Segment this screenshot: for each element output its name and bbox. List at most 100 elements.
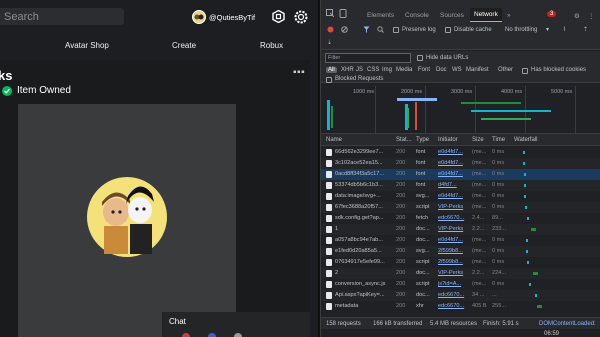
request-row[interactable]: 1 200 doc... VIP-Perks 2.2... 233... bbox=[321, 224, 600, 235]
nav-create[interactable]: Create bbox=[172, 41, 196, 50]
request-row[interactable]: sdk.config.get?ap... 200 fetch edc6670... 2.… bbox=[321, 213, 600, 224]
request-row[interactable]: 0acd8ff34f3a5c17... 200 font e0d4fd7... (me.… bbox=[321, 169, 600, 180]
column-type[interactable]: Type bbox=[416, 137, 429, 143]
column-size[interactable]: Size bbox=[472, 137, 484, 143]
request-initiator[interactable]: VIP-Perks bbox=[438, 270, 470, 276]
type-filter-font[interactable]: Font bbox=[418, 67, 430, 73]
avatar[interactable] bbox=[192, 10, 206, 24]
tab-network[interactable]: Network bbox=[470, 8, 502, 23]
request-row[interactable]: 07634917e5efe99... 200 script 2f599b8... (me… bbox=[321, 257, 600, 268]
inspect-icon[interactable] bbox=[326, 9, 334, 17]
more-tabs-icon[interactable]: » bbox=[507, 12, 511, 19]
page-scrollbar[interactable] bbox=[310, 30, 318, 337]
request-type: font bbox=[416, 171, 426, 177]
request-type: doc... bbox=[416, 237, 430, 243]
type-filter-ws[interactable]: WS bbox=[452, 67, 462, 73]
request-time: 0 ms bbox=[492, 259, 505, 265]
request-initiator[interactable]: e0d4fd7... bbox=[438, 237, 470, 243]
request-row[interactable]: conversion_async.js 200 script js?id=A... (m… bbox=[321, 279, 600, 290]
request-row[interactable]: 53374db5b6c1b3... 200 font d4fd7... (me... 0 … bbox=[321, 180, 600, 191]
request-row[interactable]: data:image/svg+... 200 svg... e0d4fd7... (me… bbox=[321, 191, 600, 202]
request-initiator[interactable]: edc6670... bbox=[438, 215, 470, 221]
record-icon[interactable] bbox=[327, 26, 334, 33]
request-row[interactable]: Api.aspx?apiKey=... 200 doc... edc6670... 34… bbox=[321, 290, 600, 301]
request-row[interactable]: metadata 200 xhr edc6670... 405 B 255... bbox=[321, 301, 600, 312]
type-filter-doc[interactable]: Doc bbox=[436, 67, 447, 73]
export-icon[interactable]: ⇣ bbox=[327, 39, 332, 46]
request-size: (me... bbox=[472, 281, 487, 287]
tab-sources[interactable]: Sources bbox=[440, 12, 464, 19]
request-type: svg... bbox=[416, 193, 430, 199]
request-row[interactable]: 2 200 doc... VIP-Perks 2.2... 224... bbox=[321, 268, 600, 279]
request-initiator[interactable]: e0d4fd7... bbox=[438, 171, 470, 177]
error-count-badge[interactable]: 3 bbox=[547, 11, 557, 17]
request-initiator[interactable]: edc6670... bbox=[438, 303, 470, 309]
clear-icon[interactable] bbox=[341, 26, 348, 33]
hide-data-urls-checkbox[interactable] bbox=[417, 55, 423, 61]
filter-icon[interactable] bbox=[363, 26, 370, 33]
settings-gear-icon[interactable]: ⚙ bbox=[574, 12, 580, 20]
request-row[interactable]: e1fed0d20a85a5... 200 svg... 2f599b8... (me.… bbox=[321, 246, 600, 257]
search-input[interactable]: Search bbox=[0, 8, 124, 25]
request-type: doc... bbox=[416, 292, 430, 298]
more-options-icon[interactable]: ⋮ bbox=[588, 12, 595, 20]
request-initiator[interactable]: VIP-Perks bbox=[438, 204, 470, 210]
disable-cache-checkbox[interactable] bbox=[445, 27, 451, 33]
robux-icon[interactable] bbox=[272, 10, 285, 23]
request-row[interactable]: 3c102ace52ea15... 200 font e0d4fd7... (me...… bbox=[321, 158, 600, 169]
file-icon bbox=[326, 149, 332, 156]
column-waterfall[interactable]: Waterfall bbox=[514, 137, 537, 143]
type-filter-js[interactable]: JS bbox=[356, 67, 363, 73]
chevron-down-icon[interactable]: ▾ bbox=[546, 26, 549, 33]
type-filter-css[interactable]: CSS bbox=[367, 67, 379, 73]
item-owned-label: Item Owned bbox=[17, 85, 71, 96]
request-row[interactable]: a057a8bc94e7ab... 200 doc... e0d4fd7... (me.… bbox=[321, 235, 600, 246]
import-icon[interactable]: ⇡ bbox=[583, 26, 588, 33]
request-initiator[interactable]: VIP-Perks bbox=[438, 226, 470, 232]
type-filter-all[interactable]: All bbox=[326, 67, 337, 73]
column-name[interactable]: Name bbox=[326, 137, 342, 143]
request-initiator[interactable]: e0d4fd7... bbox=[438, 160, 470, 166]
column-status[interactable]: Stat... bbox=[396, 137, 412, 143]
request-initiator[interactable]: e0d4fd7... bbox=[438, 149, 470, 155]
request-size: (me... bbox=[472, 248, 487, 254]
tab-elements[interactable]: Elements bbox=[367, 12, 394, 19]
request-name: 07634917e5efe99... bbox=[335, 259, 385, 265]
username-label[interactable]: @QutiesByTif bbox=[209, 13, 255, 22]
request-size: (me... bbox=[472, 160, 487, 166]
request-row[interactable]: 67fec3688a20f57... 200 script VIP-Perks (me.… bbox=[321, 202, 600, 213]
type-filter-media[interactable]: Media bbox=[396, 67, 412, 73]
tab-console[interactable]: Console bbox=[405, 12, 429, 19]
type-filter-img[interactable]: Img bbox=[382, 67, 392, 73]
type-filter-other[interactable]: Other bbox=[498, 67, 513, 73]
request-name: data:image/svg+... bbox=[335, 193, 381, 199]
gear-icon[interactable] bbox=[293, 9, 309, 25]
request-row[interactable]: 66d562e3299ee7... 200 font e0d4fd7... (me...… bbox=[321, 147, 600, 158]
more-options-icon[interactable]: ▪▪▪ bbox=[293, 67, 305, 78]
column-initiator[interactable]: Initiator bbox=[438, 137, 458, 143]
network-toolbar: Preserve log Disable cache No throttling… bbox=[321, 22, 600, 36]
throttling-select[interactable]: No throttling bbox=[505, 27, 537, 33]
type-filter-xhr[interactable]: XHR bbox=[341, 67, 354, 73]
filter-input[interactable]: Filter bbox=[325, 53, 411, 63]
waterfall-bar bbox=[527, 261, 529, 264]
nav-avatar-shop[interactable]: Avatar Shop bbox=[65, 41, 109, 50]
request-initiator[interactable]: 2f599b8... bbox=[438, 248, 470, 254]
blocked-requests-checkbox[interactable] bbox=[326, 77, 332, 83]
device-toggle-icon[interactable] bbox=[339, 9, 347, 18]
request-initiator[interactable]: 2f599b8... bbox=[438, 259, 470, 265]
type-filter-manifest[interactable]: Manifest bbox=[466, 67, 489, 73]
column-time[interactable]: Time bbox=[492, 137, 505, 143]
network-overview-timeline[interactable]: 1000 ms 2000 ms 3000 ms 4000 ms 5000 ms bbox=[321, 86, 600, 134]
preserve-log-checkbox[interactable] bbox=[393, 27, 399, 33]
network-conditions-icon[interactable]: ⌇ bbox=[563, 26, 566, 33]
request-name: 66d562e3299ee7... bbox=[335, 149, 384, 155]
request-status: 200 bbox=[396, 259, 406, 265]
search-icon[interactable] bbox=[377, 26, 384, 33]
request-initiator[interactable]: js?id=A... bbox=[438, 281, 470, 287]
request-initiator[interactable]: d4fd7... bbox=[438, 182, 470, 188]
request-initiator[interactable]: e0d4fd7... bbox=[438, 193, 470, 199]
request-initiator[interactable]: edc6670... bbox=[438, 292, 470, 298]
nav-robux[interactable]: Robux bbox=[260, 41, 283, 50]
blocked-cookies-checkbox[interactable] bbox=[522, 68, 528, 74]
